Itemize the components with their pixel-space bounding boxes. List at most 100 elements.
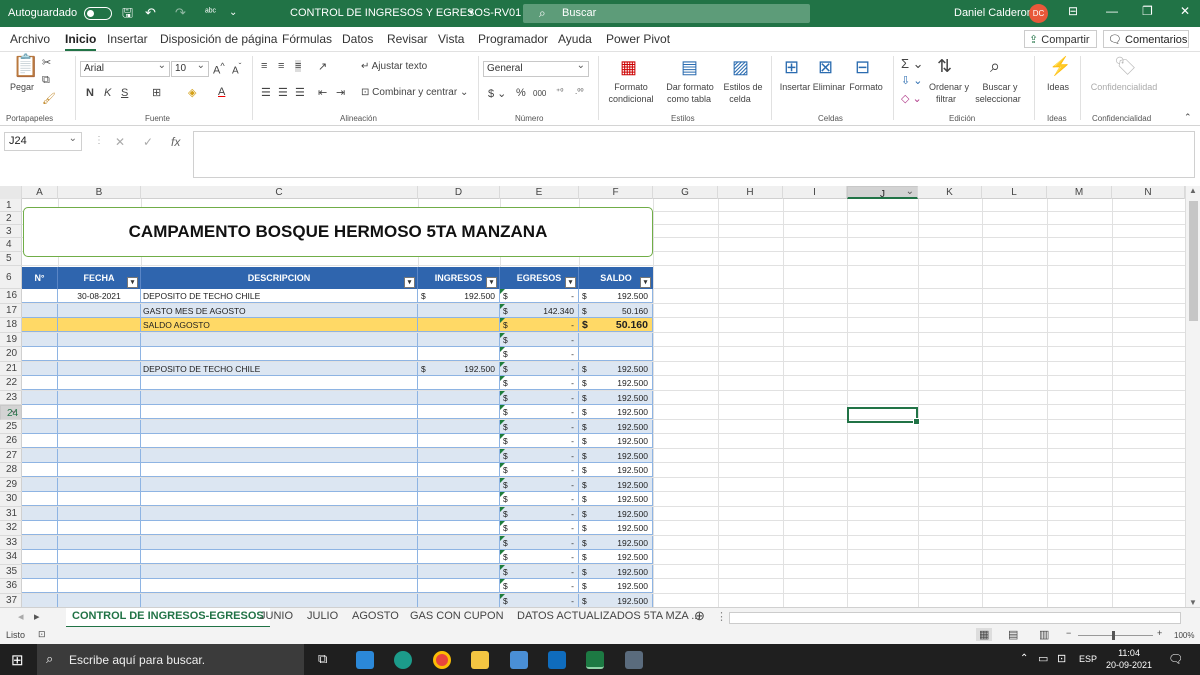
cell-ingreso[interactable] (418, 550, 500, 564)
next-sheet-icon[interactable]: ▸ (34, 610, 40, 623)
cell-descripcion[interactable] (141, 332, 418, 347)
format-cells-icon[interactable]: ⊟ (855, 57, 870, 77)
clear-icon[interactable]: ◇ ⌄ (901, 92, 922, 105)
cell-ingreso[interactable] (418, 463, 500, 477)
cell-fecha[interactable]: 30-08-2021 (58, 289, 141, 303)
row-header[interactable]: 4 (0, 238, 22, 252)
cell-descripcion[interactable]: DEPOSITO DE TECHO CHILE (141, 289, 418, 303)
filter-dropdown-icon[interactable]: ▾ (640, 277, 651, 288)
cell-ingreso[interactable] (418, 332, 500, 347)
cell-numero[interactable] (22, 434, 58, 448)
row-header[interactable]: 36 (0, 579, 22, 594)
cell-saldo[interactable]: $192.500 (579, 448, 653, 463)
paste-icon[interactable]: 📋 (12, 55, 39, 77)
row-header[interactable]: 28 (0, 463, 22, 478)
file-explorer-icon[interactable] (471, 651, 489, 669)
cell-saldo[interactable]: $192.500 (579, 535, 653, 550)
column-header-a[interactable]: A (22, 186, 58, 199)
cell-descripcion[interactable] (141, 506, 418, 521)
column-header-f[interactable]: F (579, 186, 653, 199)
cell-saldo[interactable]: $192.500 (579, 477, 653, 492)
save-icon[interactable]: 🖫 (122, 4, 133, 22)
cell-fecha[interactable] (58, 434, 141, 448)
cell-numero[interactable] (22, 477, 58, 492)
cell-ingreso[interactable] (418, 318, 500, 332)
zoom-slider-thumb[interactable] (1112, 631, 1115, 640)
cell-fecha[interactable] (58, 405, 141, 419)
cell-numero[interactable] (22, 593, 58, 607)
cell-descripcion[interactable] (141, 376, 418, 390)
cell-saldo[interactable]: $192.500 (579, 463, 653, 477)
cell-descripcion[interactable] (141, 550, 418, 564)
cell-descripcion[interactable] (141, 405, 418, 419)
cond-format-label-2[interactable]: condicional (603, 94, 659, 104)
decrease-indent-icon[interactable]: ⇤ (318, 86, 327, 99)
cell-saldo[interactable]: $192.500 (579, 405, 653, 419)
cell-fecha[interactable] (58, 477, 141, 492)
zoom-out-icon[interactable]: − (1066, 628, 1071, 638)
vscode-icon[interactable] (510, 651, 528, 669)
page-layout-icon[interactable]: ▤ (1008, 628, 1018, 641)
row-header[interactable]: 2 (0, 212, 22, 225)
autosave-toggle[interactable] (84, 7, 112, 20)
settings-app-icon[interactable] (356, 651, 374, 669)
cell-saldo[interactable]: $192.500 (579, 361, 653, 376)
cell-egreso[interactable]: $ - (500, 361, 579, 376)
cell-ingreso[interactable] (418, 535, 500, 550)
row-header[interactable]: 21 (0, 362, 22, 376)
language-indicator[interactable]: ESP (1079, 654, 1097, 664)
row-header[interactable]: 1 (0, 199, 22, 212)
task-view-icon[interactable]: ⧉ (318, 651, 327, 667)
cell-ingreso[interactable] (418, 405, 500, 419)
select-all-corner[interactable] (0, 186, 22, 199)
cell-egreso[interactable]: $ - (500, 318, 579, 332)
cell-fecha[interactable] (58, 506, 141, 521)
row-header[interactable]: 5 (0, 252, 22, 266)
currency-icon[interactable]: $ ⌄ (488, 87, 506, 100)
windows-start-icon[interactable]: ⊞ (11, 651, 24, 669)
font-size-select[interactable]: 10 (171, 60, 209, 77)
fill-color-icon[interactable]: ◈ (188, 86, 196, 99)
filter-dropdown-icon[interactable]: ▾ (404, 277, 415, 288)
cell-egreso[interactable]: $ - (500, 332, 579, 347)
row-header[interactable]: 34 (0, 550, 22, 565)
prev-sheet-icon[interactable]: ◂ (18, 610, 24, 623)
formula-input[interactable] (193, 131, 1195, 178)
cell-numero[interactable] (22, 332, 58, 347)
column-header-i[interactable]: I (783, 186, 847, 199)
user-name[interactable]: Daniel Calderon (954, 7, 1033, 19)
cell-descripcion[interactable] (141, 434, 418, 448)
cell-numero[interactable] (22, 521, 58, 535)
document-title[interactable]: CONTROL DE INGRESOS Y EGRESOS-RV01 (290, 7, 521, 19)
scroll-thumb[interactable] (1189, 201, 1198, 321)
cell-numero[interactable] (22, 303, 58, 318)
underline-button[interactable]: S (121, 87, 128, 99)
ribbon-display-icon[interactable]: ⊟ (1068, 4, 1078, 18)
row-header[interactable]: 25 (0, 420, 22, 434)
page-break-icon[interactable]: ▥ (1039, 628, 1049, 641)
row-header[interactable]: 29 (0, 478, 22, 492)
header-ingresos[interactable]: INGRESOS ▾ (418, 267, 500, 290)
tab-datos[interactable]: Datos (342, 32, 373, 46)
excel-icon[interactable] (586, 651, 604, 669)
edge-icon[interactable] (394, 651, 412, 669)
cell-egreso[interactable]: $ - (500, 463, 579, 477)
number-format-select[interactable]: General (483, 60, 589, 77)
orientation-icon[interactable]: ↗ (318, 60, 327, 73)
tab-formulas[interactable]: Fórmulas (282, 32, 332, 46)
search-box[interactable]: ⌕ Buscar (523, 4, 810, 23)
cell-numero[interactable] (22, 506, 58, 521)
row-header[interactable]: 32 (0, 521, 22, 536)
cell-styles-label-1[interactable]: Estilos de (720, 82, 766, 92)
insert-cells-icon[interactable]: ⊞ (784, 57, 799, 77)
cell-fecha[interactable] (58, 550, 141, 564)
cell-numero[interactable] (22, 463, 58, 477)
cell-egreso[interactable]: $ - (500, 593, 579, 607)
delete-cells-icon[interactable]: ⊠ (818, 57, 833, 77)
cell-egreso[interactable]: $ - (500, 419, 579, 434)
zoom-in-icon[interactable]: + (1157, 628, 1162, 638)
cell-descripcion[interactable]: DEPOSITO DE TECHO CHILE (141, 361, 418, 376)
vertical-scrollbar[interactable]: ▲ ▼ (1185, 186, 1200, 607)
cell-numero[interactable] (22, 390, 58, 405)
normal-view-icon[interactable]: ▦ (976, 628, 993, 641)
